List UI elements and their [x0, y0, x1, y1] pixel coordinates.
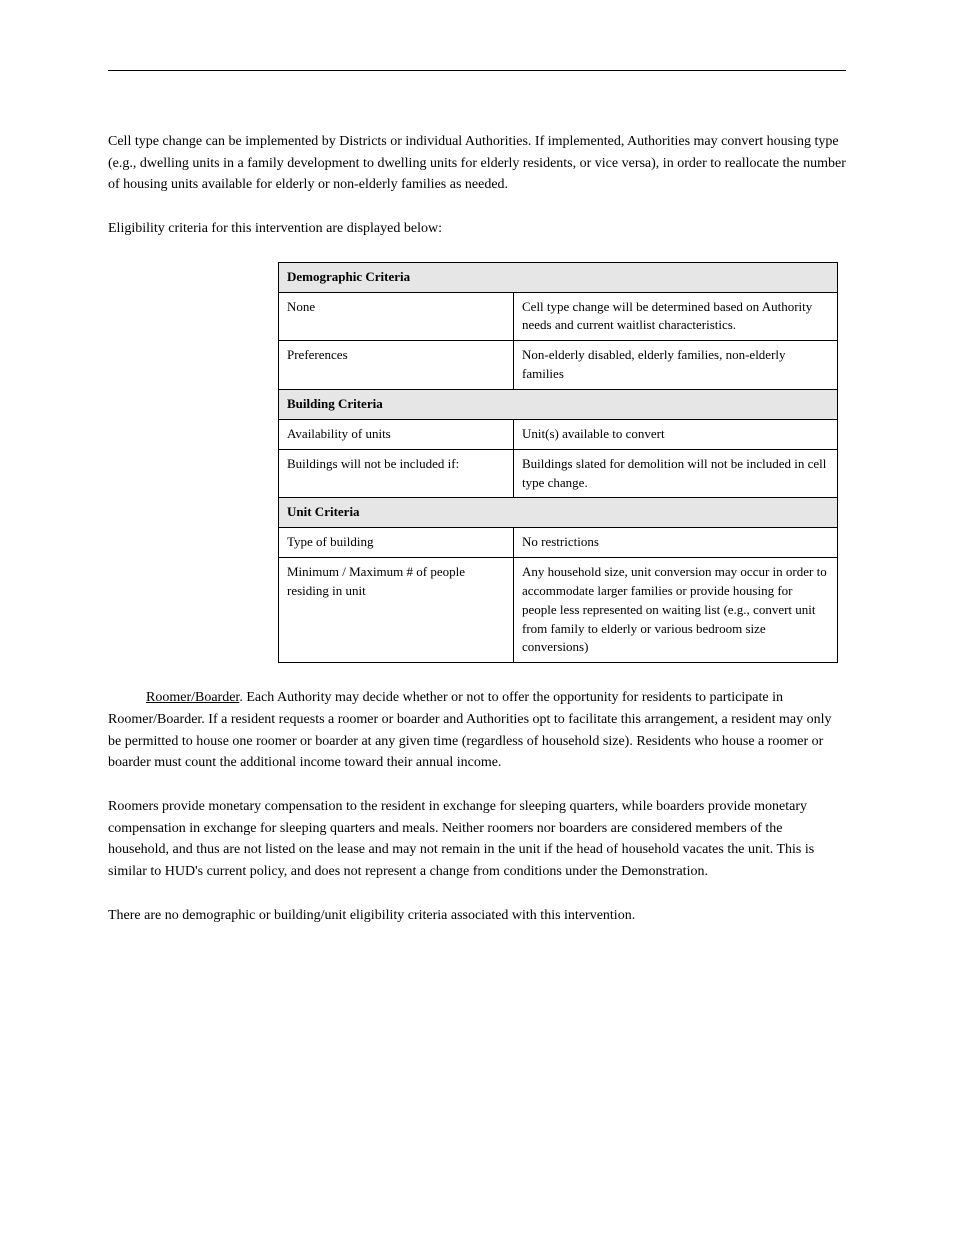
section-header-cell: Building Criteria — [279, 389, 838, 419]
table-cell: No restrictions — [514, 528, 838, 558]
roomer-boarder-label: Roomer/Boarder — [146, 690, 239, 705]
eligibility-table-wrapper: Demographic Criteria None Cell type chan… — [278, 262, 838, 664]
paragraph-criteria-intro: Eligibility criteria for this interventi… — [108, 218, 846, 240]
page: Cell type change can be implemented by D… — [0, 0, 954, 1235]
after-table-text: Roomer/Boarder. Each Authority may decid… — [108, 687, 846, 926]
content-area: Cell type change can be implemented by D… — [108, 131, 846, 926]
table-row: Preferences Non-elderly disabled, elderl… — [279, 341, 838, 390]
table-row: Type of building No restrictions — [279, 528, 838, 558]
table-cell: Buildings will not be included if: — [279, 449, 514, 498]
table-cell: Cell type change will be determined base… — [514, 292, 838, 341]
table-section-header: Building Criteria — [279, 389, 838, 419]
table-cell: Preferences — [279, 341, 514, 390]
paragraph-roomer-boarder-1: Roomer/Boarder. Each Authority may decid… — [108, 687, 846, 774]
paragraph-cell-type-change: Cell type change can be implemented by D… — [108, 131, 846, 196]
table-section-header: Demographic Criteria — [279, 262, 838, 292]
table-cell: Any household size, unit conversion may … — [514, 558, 838, 663]
table-cell: Type of building — [279, 528, 514, 558]
table-cell: Availability of units — [279, 419, 514, 449]
header-rule — [108, 70, 846, 71]
paragraph-roomer-boarder-3: There are no demographic or building/uni… — [108, 905, 846, 927]
table-row: Buildings will not be included if: Build… — [279, 449, 838, 498]
table-row: Availability of units Unit(s) available … — [279, 419, 838, 449]
table-cell: Non-elderly disabled, elderly families, … — [514, 341, 838, 390]
table-cell: Minimum / Maximum # of people residing i… — [279, 558, 514, 663]
section-header-cell: Demographic Criteria — [279, 262, 838, 292]
table-row: Minimum / Maximum # of people residing i… — [279, 558, 838, 663]
table-section-header: Unit Criteria — [279, 498, 838, 528]
table-row: None Cell type change will be determined… — [279, 292, 838, 341]
paragraph-roomer-boarder-2: Roomers provide monetary compensation to… — [108, 796, 846, 883]
eligibility-table: Demographic Criteria None Cell type chan… — [278, 262, 838, 664]
table-cell: Buildings slated for demolition will not… — [514, 449, 838, 498]
table-cell: Unit(s) available to convert — [514, 419, 838, 449]
table-cell: None — [279, 292, 514, 341]
section-header-cell: Unit Criteria — [279, 498, 838, 528]
